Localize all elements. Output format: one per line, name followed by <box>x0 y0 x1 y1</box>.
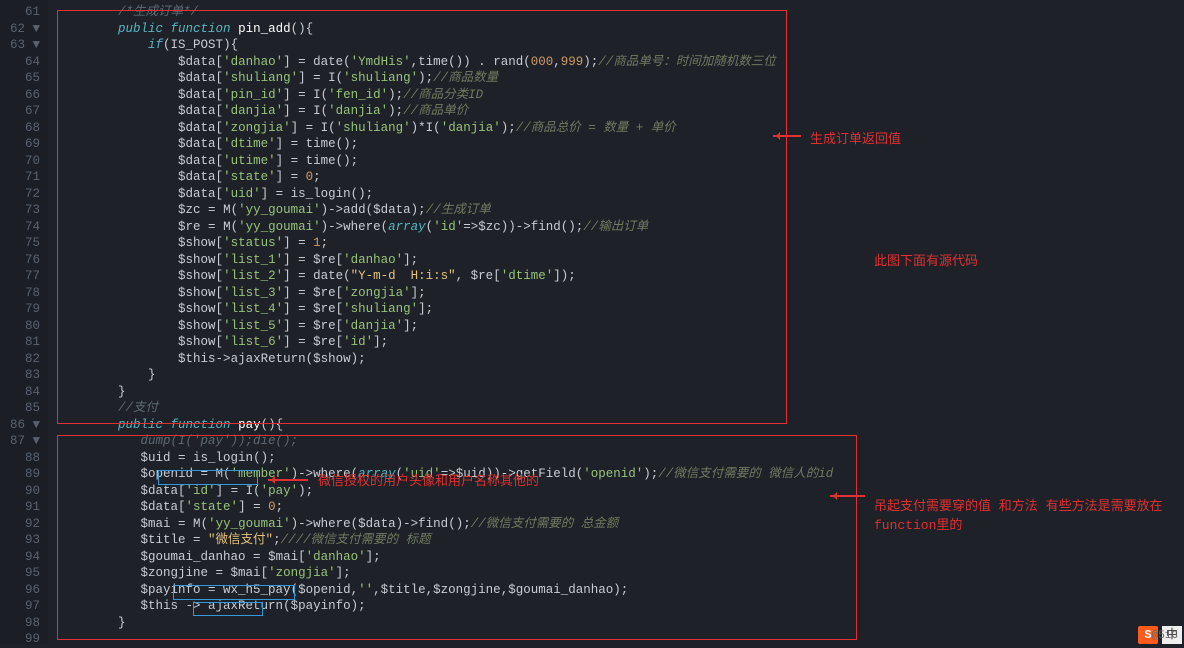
code-line[interactable]: $data['pin_id'] = I('fen_id');//商品分类ID <box>58 87 1184 104</box>
code-line[interactable]: $data['danjia'] = I('danjia');//商品单价 <box>58 103 1184 120</box>
code-line[interactable]: $show['list_1'] = $re['danhao']; <box>58 252 1184 269</box>
code-line[interactable]: $data['danhao'] = date('YmdHis',time()) … <box>58 54 1184 71</box>
code-line[interactable]: public function pay(){ <box>58 417 1184 434</box>
code-line[interactable]: $re = M('yy_goumai')->where(array('id'=>… <box>58 219 1184 236</box>
line-number-gutter: 6162 ▼63 ▼646566676869707172737475767778… <box>0 0 48 644</box>
code-line[interactable]: //支付 <box>58 400 1184 417</box>
code-line[interactable]: $show['list_4'] = $re['shuliang']; <box>58 301 1184 318</box>
code-line[interactable]: } <box>58 367 1184 384</box>
code-line[interactable]: $show['list_2'] = date("Y-m-d H:i:s", $r… <box>58 268 1184 285</box>
watermark: @51C <box>1152 630 1178 642</box>
code-line[interactable]: $title = "微信支付";////微信支付需要的 标题 <box>58 532 1184 549</box>
code-line[interactable]: $zc = M('yy_goumai')->add($data);//生成订单 <box>58 202 1184 219</box>
code-line[interactable]: } <box>58 384 1184 401</box>
code-line[interactable]: dump(I('pay'));die(); <box>58 433 1184 450</box>
code-line[interactable]: $show['list_5'] = $re['danjia']; <box>58 318 1184 335</box>
arrow-2 <box>268 479 308 481</box>
code-line[interactable]: $zongjine = $mai['zongjia']; <box>58 565 1184 582</box>
code-line[interactable]: $payinfo = wx_h5_pay($openid,'',$title,$… <box>58 582 1184 599</box>
arrow-3 <box>830 495 865 497</box>
code-line[interactable]: $data['utime'] = time(); <box>58 153 1184 170</box>
code-line[interactable]: $data['dtime'] = time(); <box>58 136 1184 153</box>
code-line[interactable]: /*生成订单*/ <box>58 4 1184 21</box>
code-editor: 6162 ▼63 ▼646566676869707172737475767778… <box>0 0 1184 644</box>
code-area[interactable]: /*生成订单*/ public function pin_add(){ if(I… <box>48 0 1184 644</box>
annotation-label-4: 吊起支付需要穿的值 和方法 有些方法是需要放在function里的 <box>874 495 1184 533</box>
code-line[interactable]: $openid = M('member')->where(array('uid'… <box>58 466 1184 483</box>
code-line[interactable]: $data['shuliang'] = I('shuliang');//商品数量 <box>58 70 1184 87</box>
code-line[interactable]: $data['zongjia'] = I('shuliang')*I('danj… <box>58 120 1184 137</box>
code-line[interactable]: $this->ajaxReturn($show); <box>58 351 1184 368</box>
code-line[interactable]: $this -> ajaxReturn($payinfo); <box>58 598 1184 615</box>
code-line[interactable]: if(IS_POST){ <box>58 37 1184 54</box>
code-line[interactable]: $data['state'] = 0; <box>58 169 1184 186</box>
annotation-label-1: 生成订单返回值 <box>810 128 901 147</box>
code-line[interactable]: $uid = is_login(); <box>58 450 1184 467</box>
code-line[interactable]: $data['uid'] = is_login(); <box>58 186 1184 203</box>
annotation-label-2: 此图下面有源代码 <box>874 250 978 269</box>
code-line[interactable]: public function pin_add(){ <box>58 21 1184 38</box>
code-line[interactable]: $goumai_danhao = $mai['danhao']; <box>58 549 1184 566</box>
arrow-1 <box>773 135 801 137</box>
code-line[interactable]: $show['list_3'] = $re['zongjia']; <box>58 285 1184 302</box>
code-line[interactable]: } <box>58 615 1184 632</box>
code-line[interactable] <box>58 631 1184 648</box>
annotation-label-3: 微信授权的用户头像和用户名称其他的 <box>318 470 539 489</box>
code-line[interactable]: $show['status'] = 1; <box>58 235 1184 252</box>
code-line[interactable]: $show['list_6'] = $re['id']; <box>58 334 1184 351</box>
